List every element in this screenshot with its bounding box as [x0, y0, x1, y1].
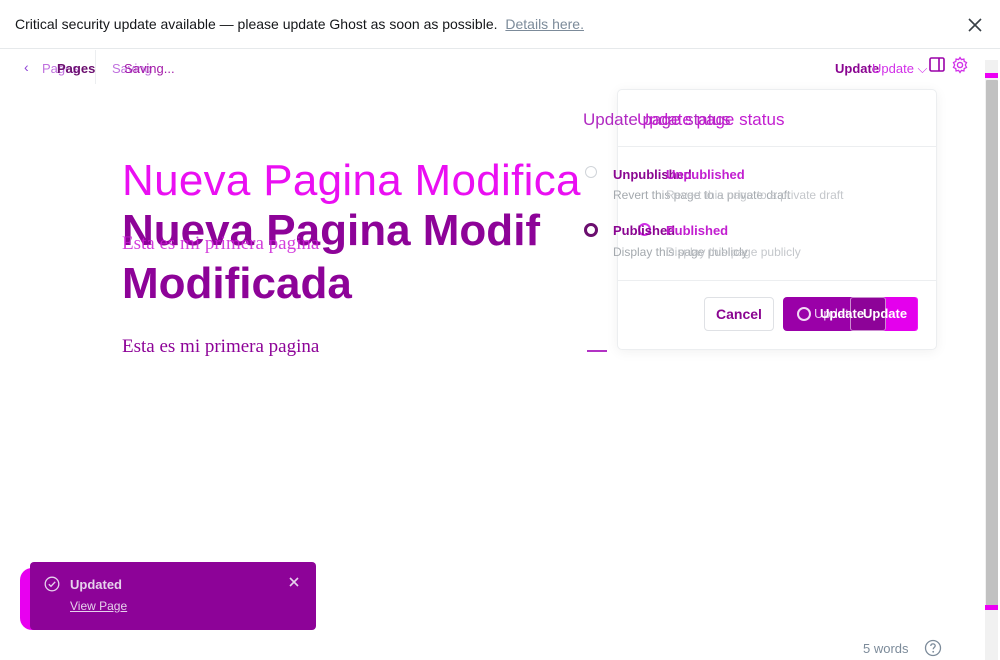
sidebar-icon[interactable]: [929, 57, 945, 72]
header-divider: [95, 50, 96, 84]
popover-footer-divider: [617, 280, 937, 281]
security-banner: Critical security update available — ple…: [0, 0, 1000, 49]
update-menu-label: Update: [872, 61, 914, 76]
help-icon[interactable]: [924, 639, 942, 657]
body-text-ghost: Esta es mi primera pagina: [122, 233, 320, 254]
editor-header: ‹ Pages Pages Saving Saving... Update Up…: [0, 50, 985, 86]
editor-plus-marker: [587, 350, 607, 352]
banner-message-text: Critical security update available — ple…: [15, 16, 498, 32]
page-body[interactable]: Esta es mi primera pagina: [122, 336, 319, 358]
spinner-icon: [797, 307, 811, 321]
cancel-button[interactable]: Cancel: [704, 297, 774, 331]
option-published-desc-ghost: Display this page publicly: [666, 245, 801, 259]
update-button-label-2: Update: [863, 306, 908, 321]
option-published-label-ghost: Published: [666, 223, 729, 238]
option-unpublished-label-ghost: Unpublished: [666, 167, 745, 182]
scrollbar-thumb[interactable]: [986, 80, 998, 608]
popover-title: Update page status: [637, 110, 785, 129]
update-button-label: Update: [820, 306, 865, 321]
radio-unpublished-ghost[interactable]: [585, 166, 597, 178]
save-status: Saving...: [124, 61, 175, 76]
radio-published[interactable]: [584, 223, 598, 237]
scroll-marker-bottom: [985, 605, 998, 610]
gear-icon[interactable]: [951, 56, 969, 74]
word-count: 5 words: [863, 641, 909, 656]
chevron-left-icon[interactable]: ‹: [24, 59, 29, 75]
popover-divider: [617, 146, 937, 147]
page-title-line-2[interactable]: Modificada: [122, 258, 352, 310]
page-title-ghost: Nueva Pagina Modifica: [122, 156, 581, 205]
close-icon[interactable]: [966, 16, 984, 34]
breadcrumb-pages-link[interactable]: Pages: [57, 61, 95, 76]
close-icon[interactable]: [288, 576, 300, 588]
banner-details-link[interactable]: Details here.: [505, 16, 584, 32]
check-circle-icon: [44, 576, 60, 592]
toast-title: Updated: [70, 577, 122, 592]
update-menu-button-ghost[interactable]: Update ⌵: [872, 61, 927, 77]
scroll-marker-top: [985, 73, 998, 78]
banner-message: Critical security update available — ple…: [15, 16, 584, 32]
toast-view-page-link[interactable]: View Page: [70, 599, 127, 613]
option-unpublished-desc-ghost: Revert this page to a private draft: [666, 188, 844, 202]
notification-toast: [30, 562, 316, 630]
